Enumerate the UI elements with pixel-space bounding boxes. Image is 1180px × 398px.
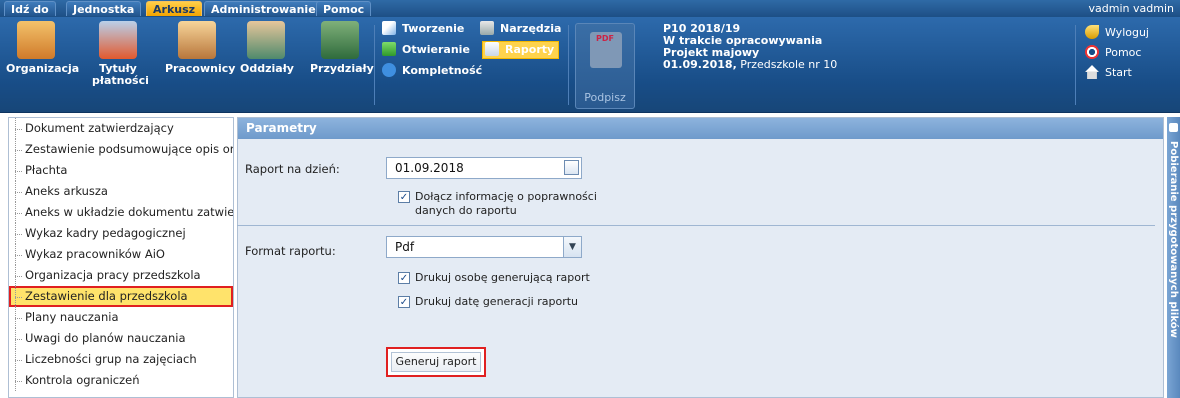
narzedzia-label: Narzędzia [500,22,562,35]
tytuly-platnosci-label: Tytuły płatności [92,62,149,87]
panel-title: Parametry [238,118,1163,139]
tree-item[interactable]: Kontrola ograniczeń [9,370,233,391]
menu-tab-idz-do[interactable]: Idź do [4,1,56,16]
otwieranie-button[interactable]: Otwieranie [382,42,470,58]
ribbon-separator [568,25,569,105]
pracownicy-label: Pracownicy [165,62,236,75]
dolacz-label-line1: Dołącz informację o poprawności [415,190,597,203]
pracownicy-button[interactable]: Pracownicy [165,21,235,75]
dolacz-checkbox[interactable]: ✓ Dołącz informację o poprawności danych… [398,190,658,218]
pomoc-label: Pomoc [1105,46,1142,59]
check-circle-icon [382,63,396,77]
podpisz-button[interactable]: Podpisz [575,23,635,109]
assignments-icon [321,21,359,59]
raport-date-value: 01.09.2018 [395,161,464,175]
chevron-down-icon[interactable]: ▼ [563,237,581,257]
menu-tab-arkusz[interactable]: Arkusz [146,1,203,16]
tree-item[interactable]: Płachta [9,160,233,181]
menu-tab-administrowanie[interactable]: Administrowanie [204,1,323,16]
report-tree: Dokument zatwierdzający Zestawienie pods… [8,117,234,398]
sheet-info: P10 2018/19 W trakcie opracowywania Proj… [663,23,837,71]
drukuj-date-checkbox[interactable]: ✓ Drukuj datę generacji raportu [398,295,658,309]
tree-item[interactable]: Aneks arkusza [9,181,233,202]
raport-date-label: Raport na dzień: [245,162,340,176]
raporty-label: Raporty [505,43,555,56]
sheet-date: 01.09.2018, [663,58,737,71]
home-icon [1085,65,1099,79]
payment-titles-icon [99,21,137,59]
organizacja-button[interactable]: Organizacja [6,21,79,75]
divider [237,225,1155,226]
tree-item[interactable]: Wykaz pracowników AiO [9,244,233,265]
wyloguj-label: Wyloguj [1105,26,1149,39]
przydzialy-label: Przydziały [310,62,374,75]
format-select[interactable]: Pdf ▼ [386,236,582,258]
narzedzia-button[interactable]: Narzędzia [480,21,561,37]
tree-item[interactable]: Liczebności grup na zajęciach [9,349,233,370]
top-menu-bar: Idź do Jednostka Arkusz Administrowanie … [0,0,1180,17]
przydzialy-button[interactable]: Przydziały [310,21,374,75]
format-label: Format raportu: [245,244,336,258]
calendar-icon[interactable] [564,160,579,175]
oddzialy-label: Oddziały [240,62,294,75]
generate-report-button-outline: Generuj raport [386,347,486,377]
current-user: vadmin vadmin [1088,2,1174,15]
drukuj-osobe-checkbox[interactable]: ✓ Drukuj osobę generującą raport [398,271,658,285]
otwieranie-label: Otwieranie [402,43,470,56]
pomoc-link[interactable]: Pomoc [1085,43,1149,63]
start-label: Start [1105,66,1132,79]
right-links: Wyloguj Pomoc Start [1085,23,1149,83]
up-arrow-icon [382,42,396,56]
tytuly-platnosci-button[interactable]: Tytuły płatności [92,21,149,87]
checkbox-checked-icon: ✓ [398,296,410,308]
report-icon [485,42,499,56]
generate-report-button[interactable]: Generuj raport [391,352,481,372]
tworzenie-label: Tworzenie [402,22,465,35]
format-value: Pdf [395,240,415,254]
wyloguj-link[interactable]: Wyloguj [1085,23,1149,43]
pdf-printer-icon [590,32,622,68]
tools-icon [480,21,494,35]
podpisz-label: Podpisz [584,91,626,104]
raporty-button[interactable]: Raporty [482,41,560,59]
classes-icon [247,21,285,59]
downloads-side-panel[interactable]: Pobieranie przygotowanych plików [1167,117,1180,398]
key-icon [1085,25,1099,39]
start-link[interactable]: Start [1085,63,1149,83]
ribbon-separator [374,25,375,105]
ribbon-toolbar: Organizacja Tytuły płatności Pracownicy … [0,17,1180,113]
kompletnosc-button[interactable]: Kompletność [382,63,482,79]
ribbon-separator [1075,25,1076,105]
lifebuoy-icon [1085,45,1099,59]
dolacz-label-line2: danych do raportu [415,204,517,217]
tree-item[interactable]: Wykaz kadry pedagogicznej [9,223,233,244]
building-icon [17,21,55,59]
tree-item[interactable]: Zestawienie podsumowujące opis org [9,139,233,160]
raport-date-field[interactable]: 01.09.2018 [386,157,582,179]
sheet-unit: Przedszkole nr 10 [740,58,838,71]
tree-item[interactable]: Uwagi do planów nauczania [9,328,233,349]
drukuj-osobe-label: Drukuj osobę generującą raport [415,271,590,284]
menu-tab-pomoc[interactable]: Pomoc [316,1,372,16]
tree-item[interactable]: Organizacja pracy przedszkola [9,265,233,286]
tree-item-selected[interactable]: Zestawienie dla przedszkola [9,286,233,307]
oddzialy-button[interactable]: Oddziały [240,21,294,75]
kompletnosc-label: Kompletność [402,64,483,77]
parameters-panel: Parametry [237,117,1164,398]
tree-item[interactable]: Plany nauczania [9,307,233,328]
tree-item[interactable]: Aneks w układzie dokumentu zatwierd [9,202,233,223]
menu-tab-jednostka[interactable]: Jednostka [66,1,142,16]
organizacja-label: Organizacja [6,62,80,75]
tworzenie-button[interactable]: Tworzenie [382,21,464,37]
tree-item[interactable]: Dokument zatwierdzający [9,118,233,139]
employees-icon [178,21,216,59]
drukuj-date-label: Drukuj datę generacji raportu [415,295,579,308]
expand-icon[interactable] [1169,123,1178,132]
checkbox-checked-icon: ✓ [398,272,410,284]
pencil-icon [382,21,396,35]
checkbox-checked-icon: ✓ [398,191,410,203]
downloads-side-label: Pobieranie przygotowanych plików [1168,141,1179,338]
